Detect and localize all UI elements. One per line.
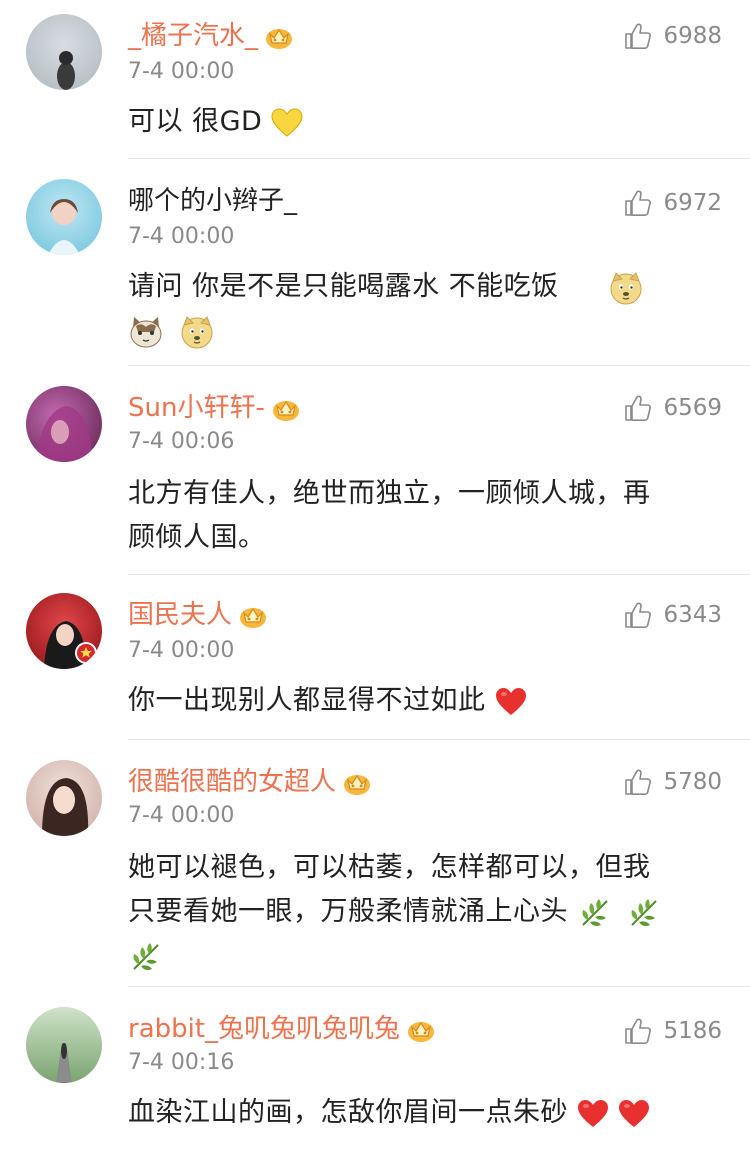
like-count: 5780	[663, 769, 722, 795]
cat-emoji	[128, 314, 164, 350]
crown-icon	[238, 603, 268, 629]
like-button[interactable]: 5186	[623, 1015, 722, 1047]
comment-text: 血染江山的画，怎敌你眉间一点朱砂	[128, 1091, 718, 1135]
timestamp: 7-4 00:00	[128, 638, 235, 663]
comment-text-line: 她可以褪色，可以枯萎，怎样都可以，但我	[128, 852, 651, 883]
leaf-emoji	[128, 939, 164, 975]
thumbs-up-icon	[623, 600, 653, 630]
comment-text-line: 北方有佳人，绝世而独立，一顾倾人城，再	[128, 478, 651, 509]
leaf-emoji	[626, 895, 662, 931]
username-text[interactable]: Sun小轩轩-	[128, 393, 265, 423]
heart-emoji	[577, 1099, 609, 1129]
like-count: 6343	[663, 602, 722, 628]
doge-emoji	[179, 314, 215, 350]
username[interactable]: 哪个的小辫子_	[128, 185, 297, 217]
heart-emoji	[618, 1099, 650, 1129]
thumbs-up-icon	[623, 767, 653, 797]
comment-text-content: 请问 你是不是只能喝露水 不能吃饭	[128, 271, 559, 302]
username-text[interactable]: rabbit_兔叽兔叽兔叽兔	[128, 1014, 400, 1044]
comment-text: 请问 你是不是只能喝露水 不能吃饭	[128, 265, 728, 353]
comment-text-line: 只要看她一眼，万般柔情就涌上心头	[128, 890, 718, 934]
username[interactable]: _橘子汽水_	[128, 20, 294, 52]
timestamp: 7-4 00:06	[128, 429, 235, 454]
comment-item: _橘子汽水_ 7-4 00:00 6988 可以 很GD	[0, 0, 750, 158]
username[interactable]: 国民夫人	[128, 599, 268, 631]
crown-icon	[406, 1017, 436, 1043]
comment-item: 哪个的小辫子_ 7-4 00:00 6972 请问 你是不是只能喝露水 不能吃饭	[0, 159, 750, 364]
comment-item: 很酷很酷的女超人 7-4 00:00 5780 她可以褪色，可以枯萎，怎样都可以…	[0, 740, 750, 985]
like-button[interactable]: 5780	[623, 766, 722, 798]
thumbs-up-icon	[623, 188, 653, 218]
thumbs-up-icon	[623, 393, 653, 423]
comment-text: 你一出现别人都显得不过如此	[128, 679, 718, 723]
like-count: 6569	[663, 395, 722, 421]
username-text[interactable]: 国民夫人	[128, 600, 232, 630]
comment-text: 她可以褪色，可以枯萎，怎样都可以，但我 只要看她一眼，万般柔情就涌上心头	[128, 846, 718, 978]
like-count: 5186	[663, 1018, 722, 1044]
thumbs-up-icon	[623, 1016, 653, 1046]
avatar[interactable]	[26, 14, 102, 90]
username[interactable]: rabbit_兔叽兔叽兔叽兔	[128, 1013, 436, 1045]
like-button[interactable]: 6988	[623, 20, 722, 52]
comment-item: rabbit_兔叽兔叽兔叽兔 7-4 00:16 5186 血染江山的画，怎敌你…	[0, 987, 750, 1155]
comment-text-content: 你一出现别人都显得不过如此	[128, 685, 486, 716]
comment-item: Sun小轩轩- 7-4 00:06 6569 北方有佳人，绝世而独立，一顾倾人城…	[0, 366, 750, 573]
username-text[interactable]: 很酷很酷的女超人	[128, 767, 336, 797]
timestamp: 7-4 00:00	[128, 803, 235, 828]
comment-item: 国民夫人 7-4 00:00 6343 你一出现别人都显得不过如此	[0, 575, 750, 738]
comment-text-content: 只要看她一眼，万般柔情就涌上心头	[128, 896, 568, 927]
avatar[interactable]	[26, 179, 102, 255]
like-button[interactable]: 6972	[623, 187, 722, 219]
username[interactable]: 很酷很酷的女超人	[128, 766, 372, 798]
like-button[interactable]: 6343	[623, 599, 722, 631]
avatar[interactable]	[26, 1007, 102, 1083]
crown-icon	[271, 396, 301, 422]
avatar[interactable]	[26, 760, 102, 836]
timestamp: 7-4 00:16	[128, 1050, 235, 1075]
like-count: 6988	[663, 23, 722, 49]
avatar[interactable]	[26, 593, 102, 669]
doge-emoji	[608, 270, 644, 306]
username-text[interactable]: _橘子汽水_	[128, 21, 258, 51]
yellow-heart-emoji	[271, 108, 303, 138]
comment-text: 可以 很GD	[128, 100, 718, 144]
timestamp: 7-4 00:00	[128, 224, 235, 249]
comment-text-line: 顾倾人国。	[128, 522, 266, 553]
comment-text-content: 血染江山的画，怎敌你眉间一点朱砂	[128, 1097, 568, 1128]
comment-text-line	[128, 934, 718, 978]
thumbs-up-icon	[623, 21, 653, 51]
comment-text: 北方有佳人，绝世而独立，一顾倾人城，再 顾倾人国。	[128, 472, 718, 560]
timestamp: 7-4 00:00	[128, 59, 235, 84]
leaf-emoji	[577, 895, 613, 931]
avatar[interactable]	[26, 386, 102, 462]
heart-emoji	[495, 687, 527, 717]
crown-icon	[342, 770, 372, 796]
username-text[interactable]: 哪个的小辫子_	[128, 186, 297, 216]
username[interactable]: Sun小轩轩-	[128, 392, 301, 424]
crown-icon	[264, 24, 294, 50]
like-button[interactable]: 6569	[623, 392, 722, 424]
comment-text-content: 可以 很GD	[128, 106, 263, 137]
like-count: 6972	[663, 190, 722, 216]
